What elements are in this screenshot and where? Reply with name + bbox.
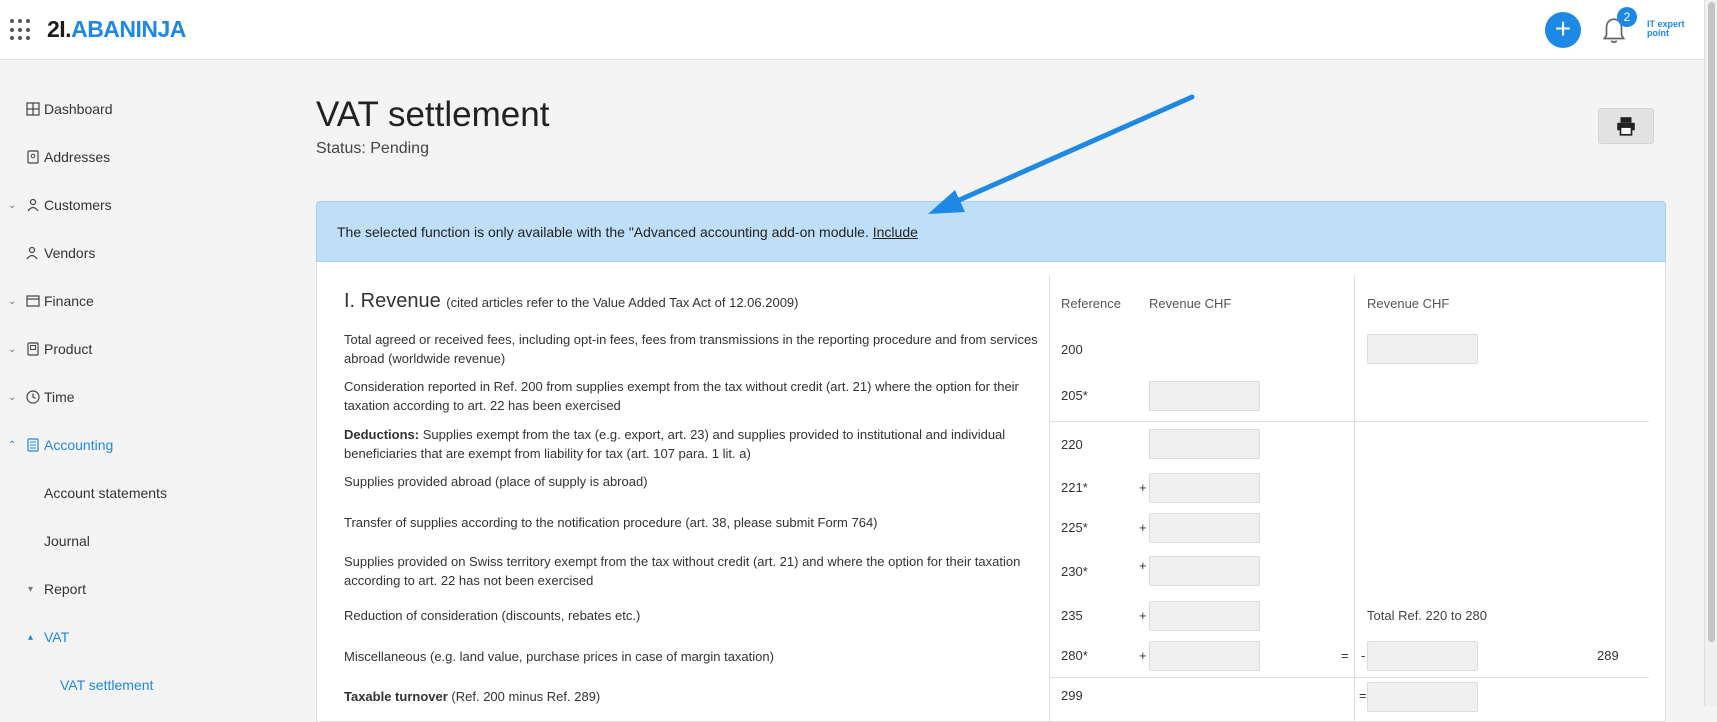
sidebar-item-label: VAT xyxy=(44,629,70,645)
revenue-input-221[interactable] xyxy=(1149,473,1260,503)
notification-badge: 2 xyxy=(1617,7,1637,27)
revenue-input-200[interactable] xyxy=(1367,334,1478,364)
print-button[interactable] xyxy=(1598,108,1654,144)
accounting-icon xyxy=(27,438,39,452)
caret-down-icon[interactable]: ▾ xyxy=(28,584,33,595)
sidebar-item-label: Accounting xyxy=(44,437,114,453)
banner-text: The selected function is only available … xyxy=(337,224,873,240)
column-header-revenue: Revenue CHF xyxy=(1149,296,1232,311)
sidebar-item-label: Account statements xyxy=(44,485,167,501)
row-reference: 200 xyxy=(1061,342,1083,357)
sidebar-item-label: Dashboard xyxy=(44,101,113,117)
sidebar-item-label: Report xyxy=(44,581,87,597)
chevron-down-icon[interactable]: ⌄ xyxy=(8,392,16,403)
addresses-icon xyxy=(27,150,39,164)
row-description: Reduction of consideration (discounts, r… xyxy=(344,608,641,623)
chevron-up-icon[interactable]: ⌃ xyxy=(8,440,16,451)
printer-icon xyxy=(1617,117,1635,136)
equals-sign: = xyxy=(1359,688,1367,703)
top-bar: 2I.ABANINJA + 2 IT expert point xyxy=(0,0,1704,60)
revenue-input-299[interactable] xyxy=(1367,682,1478,712)
column-header-reference: Reference xyxy=(1061,296,1121,311)
equals-sign: = xyxy=(1341,648,1349,663)
clock-icon xyxy=(26,390,40,404)
row-description: Supplies provided on Swiss territory exe… xyxy=(344,554,1021,588)
revenue-input-230[interactable] xyxy=(1149,556,1260,586)
column-header-revenue: Revenue CHF xyxy=(1367,296,1450,311)
total-label: Total Ref. 220 to 280 xyxy=(1367,608,1487,623)
sidebar: Dashboard Addresses ⌄ Customers Vendors … xyxy=(0,61,290,706)
row-reference: 230* xyxy=(1061,564,1088,579)
row-description: Total agreed or received fees, including… xyxy=(344,332,1038,366)
sidebar-item-label: VAT settlement xyxy=(60,677,154,693)
page-title: VAT settlement xyxy=(316,95,550,134)
vat-revenue-table: I. Revenue (cited articles refer to the … xyxy=(316,262,1666,722)
revenue-input-235[interactable] xyxy=(1149,601,1260,631)
column-divider xyxy=(1049,276,1050,722)
chevron-down-icon[interactable]: ⌄ xyxy=(8,296,16,307)
row-reference: 299 xyxy=(1061,688,1083,703)
plus-sign: + xyxy=(1139,648,1147,663)
revenue-input-289[interactable] xyxy=(1367,641,1478,671)
info-banner: The selected function is only available … xyxy=(316,201,1666,262)
row-description: Transfer of supplies according to the no… xyxy=(344,515,878,530)
vendors-icon xyxy=(26,246,38,260)
sidebar-item-label: Product xyxy=(44,341,93,357)
sidebar-item-label: Time xyxy=(44,389,75,405)
column-divider xyxy=(1354,276,1355,722)
revenue-input-205[interactable] xyxy=(1149,381,1260,411)
finance-icon xyxy=(26,295,40,307)
revenue-input-220[interactable] xyxy=(1149,429,1260,459)
sidebar-item-label: Customers xyxy=(44,197,112,213)
user-avatar[interactable]: IT expert point xyxy=(1647,20,1685,38)
row-reference: 280* xyxy=(1061,648,1088,663)
sidebar-item-label: Journal xyxy=(44,533,90,549)
scrollbar-thumb[interactable] xyxy=(1708,2,1715,642)
revenue-input-280[interactable] xyxy=(1149,641,1260,671)
chevron-down-icon[interactable]: ⌄ xyxy=(8,344,16,355)
product-icon xyxy=(27,342,39,356)
chevron-down-icon[interactable]: ⌄ xyxy=(8,200,16,211)
include-link[interactable]: Include xyxy=(873,224,918,240)
app-grid-icon[interactable] xyxy=(10,19,32,41)
row-reference: 235 xyxy=(1061,608,1083,623)
dashboard-icon xyxy=(26,102,40,116)
section-title: I. Revenue (cited articles refer to the … xyxy=(344,290,799,312)
row-divider xyxy=(1049,677,1649,678)
row-divider xyxy=(1049,421,1649,422)
plus-sign: + xyxy=(1139,608,1147,623)
row-description: Taxable turnover (Ref. 200 minus Ref. 28… xyxy=(344,689,601,704)
row-description: Deductions: Supplies exempt from the tax… xyxy=(344,427,1006,461)
caret-up-icon[interactable]: ▴ xyxy=(28,632,33,643)
row-reference: 220 xyxy=(1061,437,1083,452)
plus-sign: + xyxy=(1139,480,1147,495)
sidebar-item-label: Finance xyxy=(44,293,94,309)
plus-sign: + xyxy=(1139,520,1147,535)
row-reference: 205* xyxy=(1061,388,1088,403)
sidebar-item-label: Vendors xyxy=(44,245,96,261)
row-description: Consideration reported in Ref. 200 from … xyxy=(344,379,1019,413)
scrollbar[interactable] xyxy=(1704,0,1717,706)
revenue-input-225[interactable] xyxy=(1149,513,1260,543)
row-reference: 221* xyxy=(1061,480,1088,495)
app-logo[interactable]: 2I.ABANINJA xyxy=(47,16,186,43)
customers-icon xyxy=(27,198,39,212)
minus-sign: - xyxy=(1361,648,1366,663)
add-button[interactable]: + xyxy=(1545,12,1581,48)
plus-sign: + xyxy=(1139,558,1147,573)
row-reference: 225* xyxy=(1061,520,1088,535)
row-description: Miscellaneous (e.g. land value, purchase… xyxy=(344,649,774,664)
row-description: Supplies provided abroad (place of suppl… xyxy=(344,474,648,489)
total-reference: 289 xyxy=(1597,648,1619,663)
status-text: Status: Pending xyxy=(316,140,429,157)
sidebar-item-label: Addresses xyxy=(44,149,111,165)
